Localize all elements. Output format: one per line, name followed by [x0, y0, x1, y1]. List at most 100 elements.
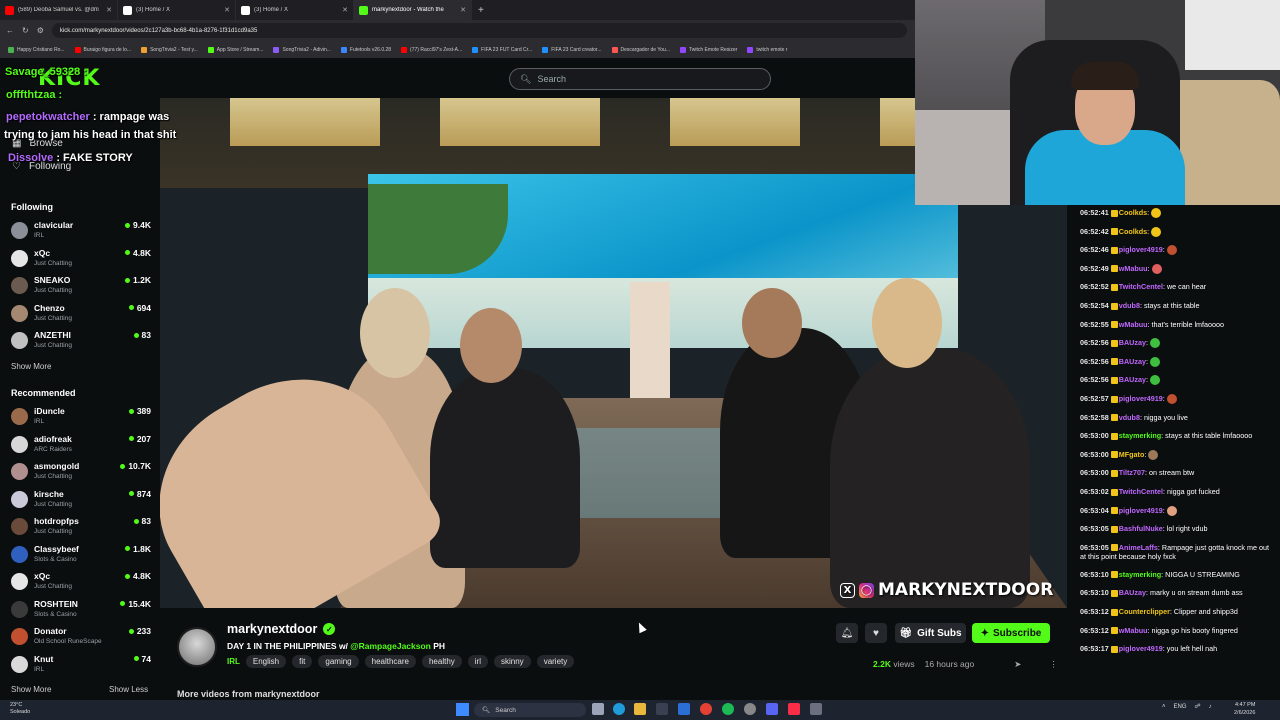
chat-username[interactable]: TwitchCentel	[1119, 487, 1163, 496]
tag-pill[interactable]: healthcare	[364, 655, 416, 668]
tag-pill[interactable]: irl	[467, 655, 488, 668]
browser-tab[interactable]: (589) Deoba Samuel vs. @dm ✕	[0, 0, 118, 20]
chat-username[interactable]: AnimeLaffs	[1119, 543, 1158, 552]
url-field[interactable]: kick.com/markynextdoor/videos/2c127a3b-b…	[51, 23, 907, 38]
tag-pill[interactable]: gaming	[318, 655, 359, 668]
sidebar-channel-donator[interactable]: Donator Old School RuneScape 233	[11, 624, 151, 650]
bookmark-item[interactable]: Futetools v26.0.28	[340, 46, 391, 53]
close-icon[interactable]: ✕	[460, 6, 466, 14]
tag-pill[interactable]: English	[245, 655, 287, 668]
bookmark-item[interactable]: (77) Raccl97's Zest-A...	[401, 46, 462, 53]
chat-username[interactable]: BAUzay	[1119, 357, 1146, 366]
chat-username[interactable]: BAUzay	[1119, 375, 1146, 384]
tag-pill[interactable]: variety	[536, 655, 575, 668]
bookmark-item[interactable]: FIFA 23 FUT Card Cr...	[472, 46, 532, 53]
tag-pill[interactable]: fit	[292, 655, 313, 668]
close-icon[interactable]: ✕	[224, 6, 230, 14]
chat-username[interactable]: staymerking	[1119, 570, 1161, 579]
chat-username[interactable]: wMabuu	[1119, 264, 1148, 273]
tag-pill[interactable]: healthy	[421, 655, 462, 668]
sidebar-channel-asmongold[interactable]: asmongold Just Chatting 10.7K	[11, 459, 151, 485]
weather-widget[interactable]: 23°C Soleado	[10, 702, 30, 716]
chat-username[interactable]: BAUzay	[1119, 588, 1146, 597]
sidebar-channel-chenzo[interactable]: Chenzo Just Chatting 694	[11, 301, 151, 327]
edge-icon[interactable]	[613, 703, 625, 715]
chat-username[interactable]: MFgato	[1119, 450, 1145, 459]
follow-heart-button[interactable]: ♥	[865, 623, 887, 643]
clock[interactable]: 4:47 PM 2/6/2026	[1234, 701, 1255, 717]
mention-link[interactable]: @RampageJackson	[350, 641, 431, 651]
volume-icon[interactable]: ♪	[1209, 704, 1212, 710]
browser-tab[interactable]: (3) Home / X ✕	[236, 0, 354, 20]
streamer-name[interactable]: markynextdoor	[227, 622, 317, 636]
close-icon[interactable]: ✕	[342, 6, 348, 14]
chat-username[interactable]: piglover4919	[1119, 644, 1163, 653]
chat-username[interactable]: vdub8	[1119, 301, 1140, 310]
mail-icon[interactable]	[678, 703, 690, 715]
chat-username[interactable]: Coolkds	[1119, 208, 1147, 217]
bookmark-item[interactable]: Happy Cristiano Ro...	[8, 46, 65, 53]
sidebar-channel-kirsche[interactable]: kirsche Just Chatting 874	[11, 487, 151, 513]
browser-tab[interactable]: markynextdoor - Watch the ✕	[354, 0, 472, 20]
subscribe-button[interactable]: ✦ Subscribe	[972, 623, 1050, 643]
file-explorer-icon[interactable]	[634, 703, 646, 715]
sidebar-channel-anzethi[interactable]: ANZETHI Just Chatting 83	[11, 328, 151, 354]
site-info-icon[interactable]: ⚙	[37, 26, 44, 35]
discord-icon[interactable]	[766, 703, 778, 715]
windows-start-icon[interactable]	[456, 703, 469, 716]
bookmark-item[interactable]: twitch emote r	[747, 46, 787, 53]
bookmark-item[interactable]: Twitch Emote Resizer	[679, 46, 737, 53]
chat-username[interactable]: BAUzay	[1119, 338, 1146, 347]
sidebar-channel-classybeef[interactable]: Classybeef Slots & Casino 1.8K	[11, 542, 151, 568]
task-view-icon[interactable]	[592, 703, 604, 715]
chat-username[interactable]: wMabuu	[1119, 626, 1148, 635]
close-icon[interactable]: ✕	[106, 6, 112, 14]
sidebar-channel-hotdropfps[interactable]: hotdropfps Just Chatting 83	[11, 514, 151, 540]
browser-tab[interactable]: (3) Home / X ✕	[118, 0, 236, 20]
taskbar-search[interactable]: 🔍︎ Search	[474, 703, 586, 717]
chat-username[interactable]: Tiltz707	[1119, 468, 1145, 477]
sidebar-channel-roshtein[interactable]: ROSHTEIN Slots & Casino 15.4K	[11, 597, 151, 623]
share-icon[interactable]: ➤	[1014, 659, 1021, 670]
spotify-icon[interactable]	[722, 703, 734, 715]
more-options-icon[interactable]: ⋮	[1049, 659, 1058, 670]
tag-pill[interactable]: skinny	[494, 655, 531, 668]
chevron-up-icon[interactable]: ˄	[1162, 704, 1166, 710]
bookmark-item[interactable]: Buraigo figura de lo...	[74, 46, 131, 53]
chat-username[interactable]: vdub8	[1119, 413, 1140, 422]
bookmark-item[interactable]: App Store / Stream...	[207, 46, 263, 53]
sidebar-channel-adiofreak[interactable]: adiofreak ARC Raiders 207	[11, 432, 151, 458]
reload-icon[interactable]: ↻	[22, 26, 29, 35]
bookmark-item[interactable]: SongTrivia2 - Test y...	[141, 46, 198, 53]
search-input[interactable]: Search	[537, 74, 566, 84]
sidebar-channel-iduncle[interactable]: iDuncle IRL 389	[11, 404, 151, 430]
show-more-recommended[interactable]: Show More	[11, 685, 51, 694]
app-icon[interactable]	[810, 703, 822, 715]
chat-username[interactable]: Counterclipper	[1119, 607, 1170, 616]
back-icon[interactable]: ←	[6, 26, 14, 35]
sidebar-channel-clavicular[interactable]: clavicular IRL 9.4K	[11, 218, 151, 244]
music-icon[interactable]	[788, 703, 800, 715]
streamer-avatar[interactable]	[177, 627, 217, 667]
chat-username[interactable]: piglover4919	[1119, 394, 1163, 403]
sidebar-channel-xqc[interactable]: xQc Just Chatting 4.8K	[11, 246, 151, 272]
chat-username[interactable]: piglover4919	[1119, 245, 1163, 254]
chat-username[interactable]: BashfulNuke	[1119, 524, 1163, 533]
bookmark-item[interactable]: Descargador de You...	[611, 46, 670, 53]
bookmark-item[interactable]: FIFA 23 Card creator...	[542, 46, 602, 53]
sidebar-channel-xqc[interactable]: xQc Just Chatting 4.8K	[11, 569, 151, 595]
search-bar[interactable]: 🔍︎ Search	[509, 68, 771, 90]
language-indicator[interactable]: ENG	[1174, 704, 1187, 710]
show-less-recommended[interactable]: Show Less	[109, 685, 148, 694]
chat-username[interactable]: Coolkds	[1119, 227, 1147, 236]
obs-icon[interactable]	[744, 703, 756, 715]
sidebar-channel-sneako[interactable]: SNEAKO Just Chatting 1.2K	[11, 273, 151, 299]
wifi-icon[interactable]: ☍	[1195, 703, 1201, 710]
bookmark-item[interactable]: SongTrivia2 - Adivin...	[273, 46, 331, 53]
chat-username[interactable]: piglover4919	[1119, 506, 1163, 515]
category-link[interactable]: IRL	[227, 657, 240, 666]
store-icon[interactable]	[656, 703, 668, 715]
notification-bell-button[interactable]: 🔔︎	[836, 623, 858, 643]
chrome-icon[interactable]	[700, 703, 712, 715]
chat-username[interactable]: staymerking	[1119, 431, 1161, 440]
